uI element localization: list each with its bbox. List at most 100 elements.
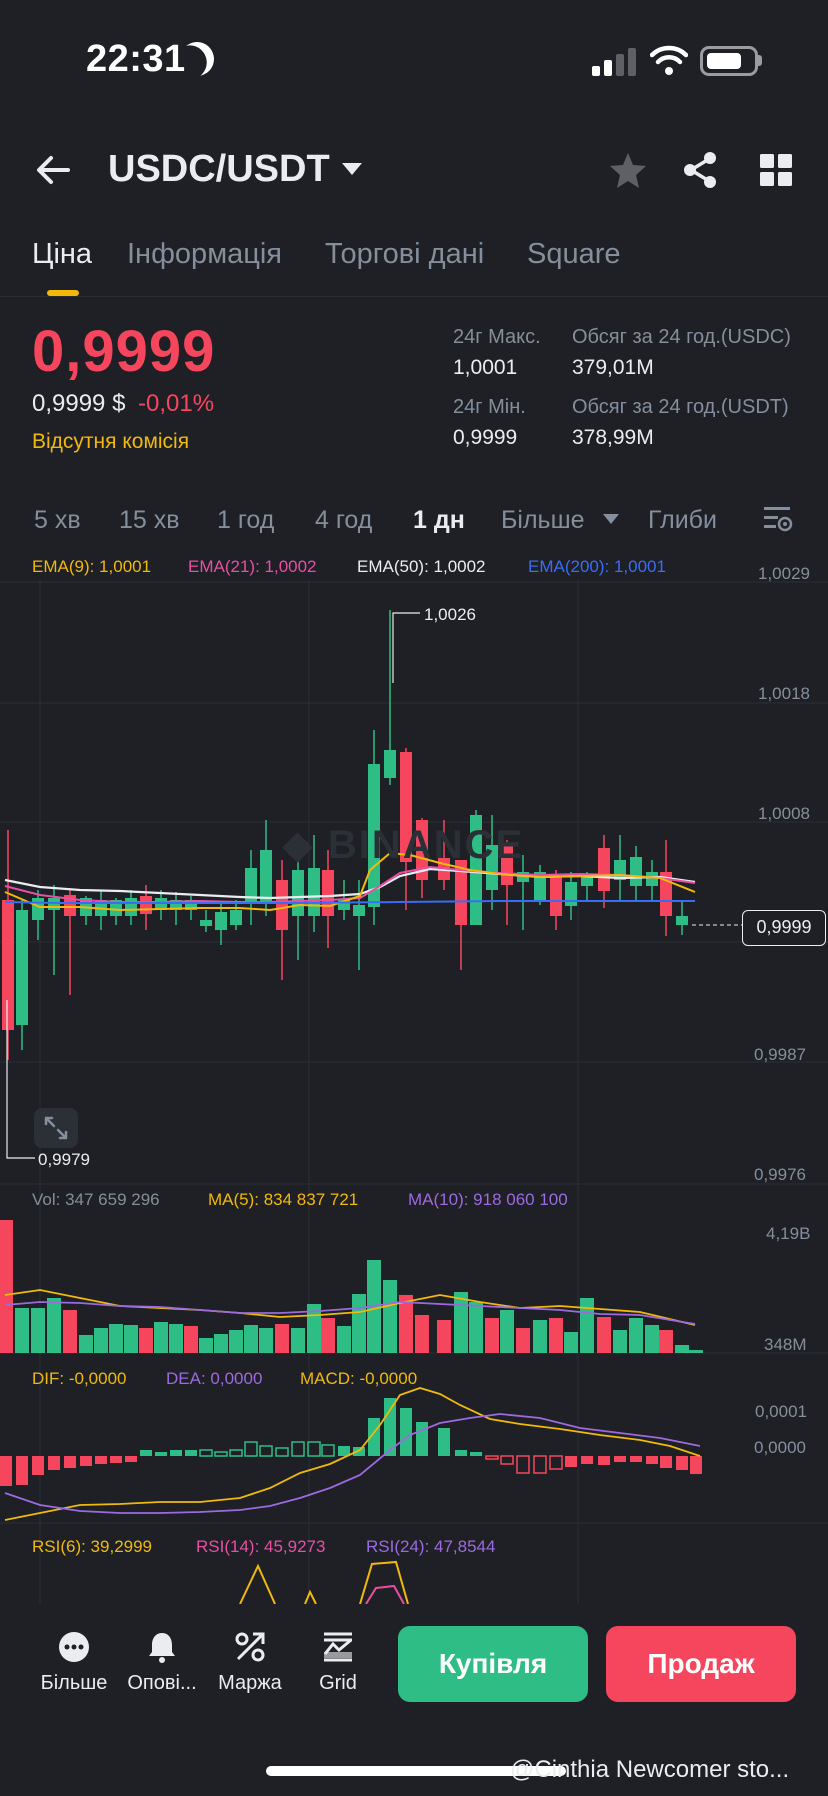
macd-bar <box>416 1422 428 1456</box>
volume-bar <box>244 1325 258 1353</box>
macd-bar <box>307 1441 321 1457</box>
interval-depth[interactable]: Глиби <box>648 506 720 535</box>
candle-body <box>308 868 320 916</box>
interval-15m[interactable]: 15 хв <box>119 506 180 535</box>
chevron-down-icon[interactable] <box>603 514 619 524</box>
expand-icon[interactable] <box>34 1108 78 1148</box>
volume-bar <box>437 1320 451 1353</box>
rsi-lines <box>239 1560 409 1604</box>
chevron-down-icon[interactable] <box>342 163 362 175</box>
price-axis-label: 0,9976 <box>754 1165 806 1184</box>
price-axis-label: 0,9987 <box>754 1045 806 1064</box>
nav-alerts[interactable]: Опові... <box>122 1630 202 1695</box>
volume-ma10-legend: MA(10): 918 060 100 <box>408 1190 568 1209</box>
candle-body <box>353 905 365 916</box>
macd-bar <box>199 1449 213 1457</box>
rsi14-legend: RSI(14): 45,9273 <box>196 1537 326 1556</box>
volume-axis-label: 4,19B <box>766 1224 811 1243</box>
volume-bar <box>516 1328 530 1353</box>
star-icon[interactable] <box>608 150 648 190</box>
grid-bot-icon <box>323 1632 352 1662</box>
volume-bar <box>659 1330 673 1353</box>
macd-bar <box>690 1456 702 1474</box>
volume-bar <box>184 1326 198 1353</box>
nav-more[interactable]: Більше <box>34 1630 114 1695</box>
tab-info[interactable]: Інформація <box>127 238 282 271</box>
macd-bar <box>48 1456 60 1470</box>
volume-bar <box>199 1338 213 1353</box>
sell-button[interactable]: Продаж <box>606 1626 796 1702</box>
tab-square[interactable]: Square <box>527 238 621 271</box>
price-change: -0,01% <box>138 390 215 417</box>
candlestick-chart[interactable]: 1,0026 0,9979 <box>0 580 828 1604</box>
current-price-tag: 0,9999 <box>742 910 826 946</box>
grid-menu-icon[interactable] <box>756 150 796 190</box>
volume-bar <box>321 1318 335 1353</box>
volume-bar <box>675 1345 689 1353</box>
nav-grid[interactable]: Grid <box>298 1630 378 1695</box>
chart-settings-icon[interactable] <box>762 504 794 534</box>
back-arrow-icon[interactable] <box>34 150 72 190</box>
volume-bar <box>0 1220 13 1353</box>
macd-bar <box>646 1456 658 1464</box>
rsi6-legend: RSI(6): 39,2999 <box>32 1537 153 1556</box>
volume-bar <box>645 1325 659 1353</box>
share-icon[interactable] <box>680 150 720 190</box>
price-axis-label: 1,0018 <box>758 684 810 703</box>
volume-bar <box>399 1295 413 1353</box>
status-time: 22:31 <box>86 38 186 80</box>
candle-body <box>215 912 227 930</box>
volume-bars <box>0 1220 703 1353</box>
interval-5m[interactable]: 5 хв <box>34 506 81 535</box>
candle-body <box>292 870 304 916</box>
volume-bar <box>500 1310 514 1353</box>
candle-body <box>16 910 28 1025</box>
low-label: 24г Мін. <box>453 396 526 418</box>
battery-icon <box>700 46 758 76</box>
macd-bar <box>400 1408 412 1456</box>
macd-histogram <box>0 1398 702 1486</box>
interval-more[interactable]: Більше <box>501 506 585 535</box>
high-label: 24г Макс. <box>453 326 541 348</box>
macd-bar <box>455 1450 467 1456</box>
tab-trade-data[interactable]: Торгові дані <box>325 238 484 271</box>
candle-body <box>550 876 562 916</box>
volume-bar <box>383 1280 397 1353</box>
nav-more-label: Більше <box>40 1672 108 1694</box>
chart-gridlines <box>0 580 828 1604</box>
volume-bar <box>469 1302 483 1353</box>
ema200-legend: EMA(200): 1,0001 <box>528 557 666 576</box>
ema9-legend: EMA(9): 1,0001 <box>32 557 152 576</box>
volume-bar <box>629 1318 643 1353</box>
candle-body <box>598 848 610 891</box>
interval-1h[interactable]: 1 год <box>217 506 274 535</box>
macd-bar <box>338 1446 350 1456</box>
candle-body <box>630 857 642 886</box>
macd-bar <box>614 1456 626 1462</box>
tab-price[interactable]: Ціна <box>32 238 92 271</box>
interval-4h[interactable]: 4 год <box>315 506 372 535</box>
volume-bar <box>580 1298 594 1353</box>
buy-button[interactable]: Купівля <box>398 1626 588 1702</box>
volume-bar <box>154 1322 168 1353</box>
volume-bar <box>454 1292 468 1353</box>
volume-bar <box>79 1335 93 1353</box>
pair-title[interactable]: USDC/USDT <box>108 148 330 191</box>
volume-bar <box>597 1317 611 1353</box>
volume-bar <box>485 1318 499 1353</box>
candle-body <box>32 898 44 920</box>
candle-body <box>276 880 288 930</box>
candle-body <box>260 850 272 902</box>
rsi24-legend: RSI(24): 47,8544 <box>366 1537 496 1556</box>
interval-1d[interactable]: 1 дн <box>413 506 465 535</box>
macd-bar <box>565 1456 577 1467</box>
volume-axis-label: 348M <box>764 1335 807 1354</box>
volume-bar <box>689 1350 703 1353</box>
volume-bar <box>109 1324 123 1353</box>
volume-ma5-legend: MA(5): 834 837 721 <box>208 1190 359 1209</box>
candle-body <box>565 882 577 906</box>
macd-bar <box>321 1444 335 1457</box>
nav-margin[interactable]: Маржа <box>210 1630 290 1695</box>
price-axis-label: 1,0029 <box>758 564 810 583</box>
candle-body <box>140 896 152 914</box>
